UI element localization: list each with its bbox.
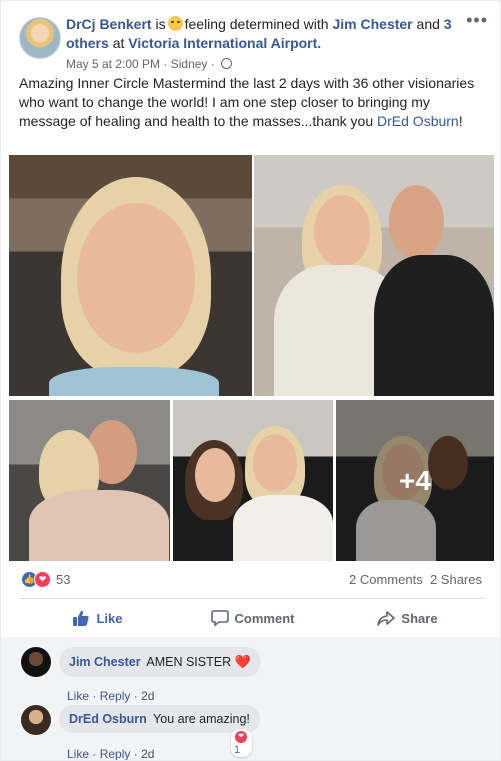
share-button-label: Share: [401, 610, 438, 626]
photo-grid: +4: [9, 155, 494, 561]
comment-bubble: DrEd Osburn You are amazing!: [59, 705, 260, 733]
post-body: Amazing Inner Circle Mastermind the last…: [19, 74, 479, 131]
post-body-end: !: [458, 113, 463, 129]
is-text: is: [155, 16, 166, 32]
shares-count-link[interactable]: 2 Shares: [430, 572, 482, 587]
action-bar: Like Comment Share: [20, 598, 485, 638]
photo-face-shape: [77, 203, 195, 353]
comment-button[interactable]: Comment: [175, 599, 330, 637]
comment-like-link[interactable]: Like: [67, 689, 89, 703]
love-reaction-icon: ❤: [34, 571, 51, 589]
meta-separator: ·: [163, 57, 168, 71]
mention-link[interactable]: DrEd Osburn: [377, 113, 459, 129]
photo-shirt-shape: [29, 490, 169, 561]
photo-hug[interactable]: [9, 400, 170, 561]
comment-meta-dot: ·: [92, 689, 97, 703]
thumbs-up-icon: [73, 610, 90, 626]
share-button[interactable]: Share: [330, 599, 485, 637]
comment-meta-dot: ·: [92, 747, 97, 760]
comment-button-label: Comment: [234, 610, 295, 626]
globe-icon[interactable]: [221, 58, 233, 69]
commenter-avatar[interactable]: [21, 647, 51, 677]
comment-text: You are amazing!: [153, 712, 250, 726]
location-link[interactable]: Victoria International Airport.: [128, 35, 321, 51]
tagged-person-link[interactable]: Jim Chester: [332, 16, 412, 32]
photo-shirt-shape: [233, 495, 333, 561]
author-name-link[interactable]: DrCj Benkert: [66, 16, 152, 32]
comment-meta-dot-2: ·: [133, 747, 138, 760]
comment-meta-dot-2: ·: [133, 689, 138, 703]
comments-section: Jim Chester AMEN SISTER ❤️ Like · Reply …: [1, 637, 500, 760]
share-arrow-icon: [377, 611, 396, 626]
commenter-avatar[interactable]: [21, 705, 51, 735]
comment-time[interactable]: 2d: [141, 689, 154, 703]
comment-meta: Like · Reply · 2d: [67, 689, 154, 703]
comment-reaction-count: 1: [234, 744, 241, 756]
reactions-row: 👍 ❤ 53 2 Comments 2 Shares: [21, 570, 486, 590]
commenter-name-link[interactable]: Jim Chester: [69, 655, 141, 669]
more-options-icon[interactable]: •••: [466, 11, 488, 29]
post-date-link[interactable]: May 5 at 2:00 PM: [66, 57, 160, 71]
post-header-text: DrCj Benkert is feeling determined with J…: [66, 15, 466, 74]
comment-share-counts: 2 Comments 2 Shares: [349, 572, 482, 587]
photo-face-shape: [314, 195, 370, 267]
reaction-icons[interactable]: 👍 ❤: [21, 571, 51, 589]
feeling-text: feeling determined with: [184, 16, 329, 32]
more-photos-overlay[interactable]: +4: [336, 400, 494, 561]
meta-separator-2: ·: [210, 57, 215, 71]
comment-time[interactable]: 2d: [141, 747, 154, 760]
determined-emoji-icon: [167, 16, 183, 31]
photo-two-women[interactable]: [173, 400, 333, 561]
like-button[interactable]: Like: [20, 599, 175, 637]
photo-shirt-shape: [49, 367, 219, 396]
comment-reaction-badge[interactable]: ❤ 1: [231, 729, 252, 757]
commenter-name-link[interactable]: DrEd Osburn: [69, 712, 147, 726]
photo-face-shape: [389, 185, 444, 259]
post-place-link[interactable]: Sidney: [171, 57, 208, 71]
like-button-label: Like: [96, 610, 123, 626]
photo-couple[interactable]: [254, 155, 494, 396]
comment-reply-link[interactable]: Reply: [100, 689, 131, 703]
author-avatar[interactable]: [19, 17, 61, 59]
post-meta: May 5 at 2:00 PM · Sidney ·: [66, 55, 466, 74]
photo-face-shape: [253, 434, 297, 492]
comment-reply-link[interactable]: Reply: [100, 747, 131, 760]
at-text: at: [112, 35, 125, 51]
comments-count-link[interactable]: 2 Comments: [349, 572, 423, 587]
love-reaction-icon: ❤: [234, 730, 248, 744]
photo-selfie[interactable]: [9, 155, 252, 396]
reaction-count[interactable]: 53: [56, 572, 70, 587]
photo-face-shape: [195, 448, 235, 502]
speech-bubble-icon: [210, 610, 229, 627]
comment-bubble: Jim Chester AMEN SISTER ❤️: [59, 647, 261, 677]
heart-icon: ❤️: [234, 654, 251, 669]
photo-more[interactable]: +4: [336, 400, 494, 561]
comment-text: AMEN SISTER: [146, 655, 232, 669]
and-text: and: [416, 16, 440, 32]
post-card: DrCj Benkert is feeling determined with J…: [1, 1, 500, 760]
comment-like-link[interactable]: Like: [67, 747, 89, 760]
photo-shirt-shape: [374, 255, 494, 396]
comment-meta: Like · Reply · 2d: [67, 747, 154, 760]
